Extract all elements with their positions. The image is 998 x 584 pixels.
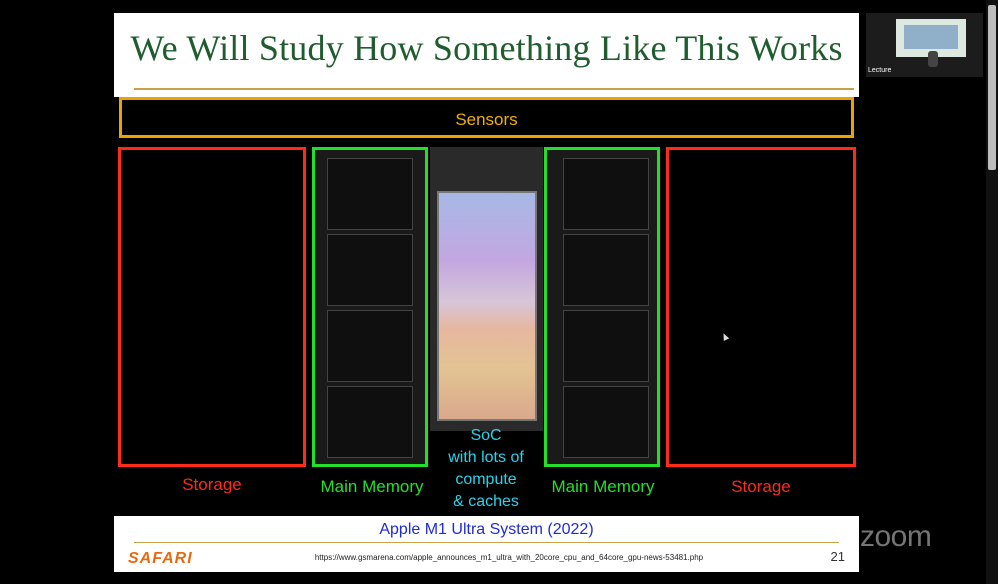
slide-caption: Apple M1 Ultra System (2022) (379, 521, 594, 538)
thumbnail-screen-content (904, 25, 958, 49)
title-band: We Will Study How Something Like This Wo… (114, 13, 859, 97)
storage-label-left: Storage (182, 475, 242, 494)
soc-label-line: compute (455, 471, 517, 488)
soc-label-line: & caches (453, 493, 519, 510)
footer-band: Apple M1 Ultra System (2022) SAFARI http… (114, 516, 859, 572)
safari-logo: SAFARI (128, 550, 193, 567)
memory-chip (327, 386, 413, 458)
main-memory-box-right (544, 147, 660, 467)
storage-label-right: Storage (731, 477, 791, 496)
speaker-figure (928, 51, 938, 67)
sensors-box: Sensors (119, 97, 854, 138)
main-memory-box-left (312, 147, 428, 467)
source-url: https://www.gsmarena.com/apple_announces… (314, 553, 704, 562)
memory-chip (563, 386, 649, 458)
memory-chip (563, 158, 649, 230)
soc-label-line: SoC (470, 427, 502, 444)
sensors-label: Sensors (455, 110, 518, 129)
main-memory-label-left: Main Memory (320, 477, 424, 496)
storage-box-left (118, 147, 306, 467)
main-memory-label-right: Main Memory (551, 477, 655, 496)
memory-chip (327, 310, 413, 382)
slide: We Will Study How Something Like This Wo… (114, 13, 859, 572)
soc-die-image (437, 191, 537, 421)
thumbnail-label: Lecture (868, 67, 892, 74)
slide-title: We Will Study How Something Like This Wo… (130, 28, 843, 68)
soc-label-line: with lots of (448, 449, 524, 466)
storage-box-right (666, 147, 856, 467)
memory-chip (563, 310, 649, 382)
memory-chip (563, 234, 649, 306)
page-number: 21 (830, 549, 845, 564)
speaker-video-thumbnail[interactable]: Lecture (866, 13, 983, 77)
footer-divider (134, 542, 839, 543)
title-divider (134, 88, 854, 90)
memory-chip (327, 234, 413, 306)
scrollbar-thumb[interactable] (988, 5, 996, 170)
memory-chip (327, 158, 413, 230)
zoom-watermark: zoom (860, 520, 932, 553)
soc-label: SoC with lots of compute & caches (436, 425, 536, 513)
